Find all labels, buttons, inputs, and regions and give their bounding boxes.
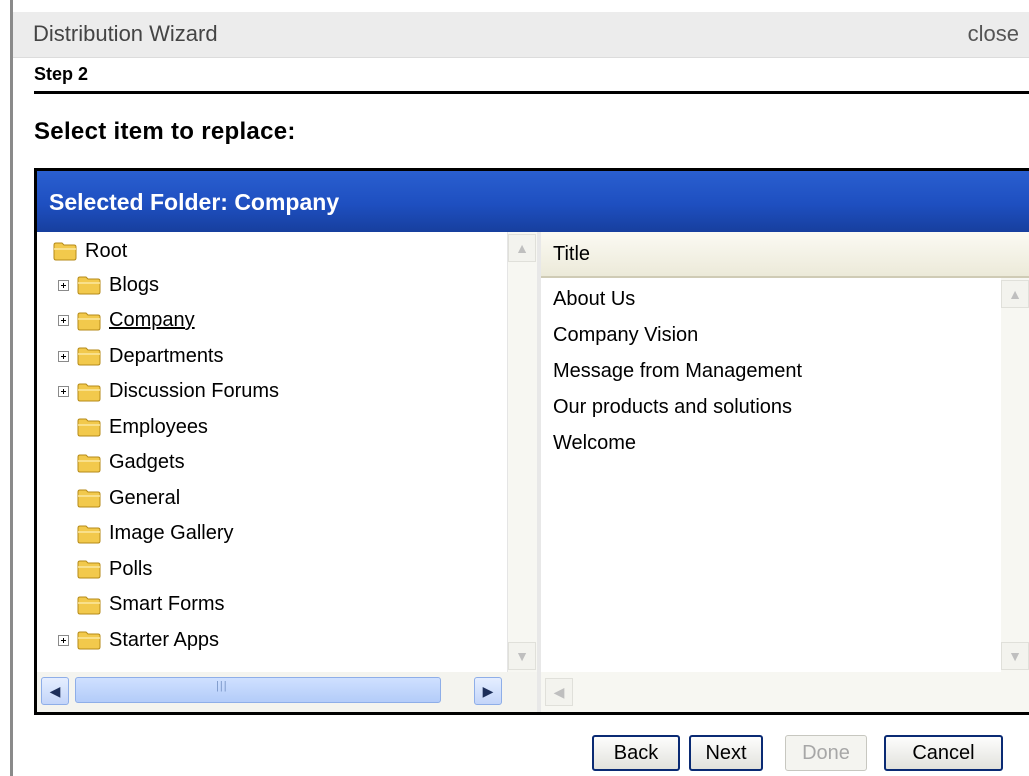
panel-header: Selected Folder: Company — [37, 171, 1029, 232]
folder-icon — [77, 347, 101, 366]
folder-browser-panel: Selected Folder: Company Root Blogs Compan… — [34, 168, 1029, 715]
page-heading: Select item to replace: — [34, 118, 296, 145]
done-button[interactable]: Done — [785, 735, 867, 771]
tree-node-gadgets[interactable]: Gadgets — [58, 446, 185, 480]
dialog-title: Distribution Wizard — [33, 21, 218, 46]
tree-node-root[interactable]: Root — [53, 234, 127, 268]
plus-box-icon[interactable] — [58, 386, 69, 397]
plus-box-icon[interactable] — [58, 350, 69, 362]
tree-node-label: Polls — [109, 557, 153, 580]
back-button[interactable]: Back — [592, 735, 680, 771]
folder-icon — [77, 560, 101, 579]
arrow-up-icon[interactable]: ▲ — [508, 234, 536, 262]
arrow-left-icon[interactable]: ◀ — [545, 678, 573, 706]
plus-box-icon[interactable] — [58, 279, 69, 291]
next-button[interactable]: Next — [689, 735, 763, 771]
close-link[interactable]: close — [968, 21, 1019, 47]
plus-box-icon[interactable] — [58, 634, 69, 646]
folder-icon — [77, 312, 101, 330]
folder-icon — [77, 525, 101, 543]
tree-node-label: Blogs — [109, 273, 160, 296]
tree-node-label: Root — [85, 239, 128, 262]
tree-node-label: Discussion Forums — [109, 380, 280, 402]
selected-folder-title: Selected Folder: Company — [49, 189, 340, 215]
tree-horizontal-scrollbar[interactable]: ◀ ||| ▶ — [37, 672, 537, 712]
list-item[interactable]: Message from Management — [553, 360, 802, 383]
list-vertical-scrollbar[interactable]: ▲ ▼ — [1001, 278, 1029, 672]
scroll-grip-icon: ||| — [216, 680, 228, 692]
arrow-down-icon[interactable]: ▼ — [508, 642, 536, 670]
tree-node-label: Employees — [109, 415, 208, 438]
tree-node-label: General — [109, 486, 181, 509]
tree-node-label: Company — [109, 309, 195, 331]
tree-node-polls[interactable]: Polls — [58, 552, 152, 586]
tree-node-label: Departments — [109, 344, 224, 367]
arrow-up-icon[interactable]: ▲ — [1001, 280, 1029, 308]
item-list-pane: Title About Us Company Vision Message from… — [541, 232, 1029, 712]
tree-node-label: Starter Apps — [109, 628, 220, 651]
step-divider — [34, 91, 1029, 94]
tree-node-blogs[interactable]: Blogs — [58, 268, 159, 302]
tree-node-label: Image Gallery — [109, 522, 234, 544]
folder-icon — [53, 242, 77, 261]
folder-icon — [77, 489, 101, 508]
tree-scroll-thumb[interactable] — [75, 677, 441, 703]
tree-node-general[interactable]: General — [58, 481, 180, 515]
tree-node-company[interactable]: Company — [58, 304, 195, 338]
arrow-right-icon[interactable]: ▶ — [474, 677, 502, 705]
tree-node-label: Smart Forms — [109, 593, 225, 615]
tree-node-employees[interactable]: Employees — [58, 410, 208, 444]
plus-box-icon[interactable] — [58, 315, 69, 326]
folder-tree: Root Blogs Company Departments Discussion Fo… — [37, 232, 507, 672]
tree-node-departments[interactable]: Departments — [58, 339, 224, 373]
column-header-label: Title — [553, 243, 591, 265]
tree-node-discussion-forums[interactable]: Discussion Forums — [58, 375, 279, 409]
list-horizontal-scrollbar[interactable]: ◀ — [541, 672, 1029, 712]
tree-vertical-scrollbar[interactable]: ▲ ▼ — [507, 232, 538, 672]
window-edge — [0, 0, 10, 776]
tree-node-label: Gadgets — [109, 451, 185, 473]
list-item[interactable]: Our products and solutions — [553, 396, 792, 419]
arrow-down-icon[interactable]: ▼ — [1001, 642, 1029, 670]
tree-node-starter-apps[interactable]: Starter Apps — [58, 623, 219, 657]
list-item[interactable]: Company Vision — [553, 324, 698, 347]
folder-icon — [77, 383, 101, 401]
step-label: Step 2 — [34, 64, 89, 84]
folder-icon — [77, 454, 101, 472]
folder-icon — [77, 596, 101, 614]
column-header-title[interactable]: Title — [541, 232, 1029, 278]
folder-icon — [77, 276, 101, 295]
folder-icon — [77, 418, 101, 437]
window-border — [10, 0, 13, 776]
dialog-titlebar: Distribution Wizard close — [13, 12, 1029, 58]
cancel-button[interactable]: Cancel — [884, 735, 1003, 771]
tree-node-image-gallery[interactable]: Image Gallery — [58, 517, 234, 551]
folder-icon — [77, 631, 101, 650]
tree-node-smart-forms[interactable]: Smart Forms — [58, 588, 225, 622]
arrow-left-icon[interactable]: ◀ — [41, 677, 69, 705]
list-item[interactable]: About Us — [553, 288, 635, 311]
list-item[interactable]: Welcome — [553, 432, 636, 455]
